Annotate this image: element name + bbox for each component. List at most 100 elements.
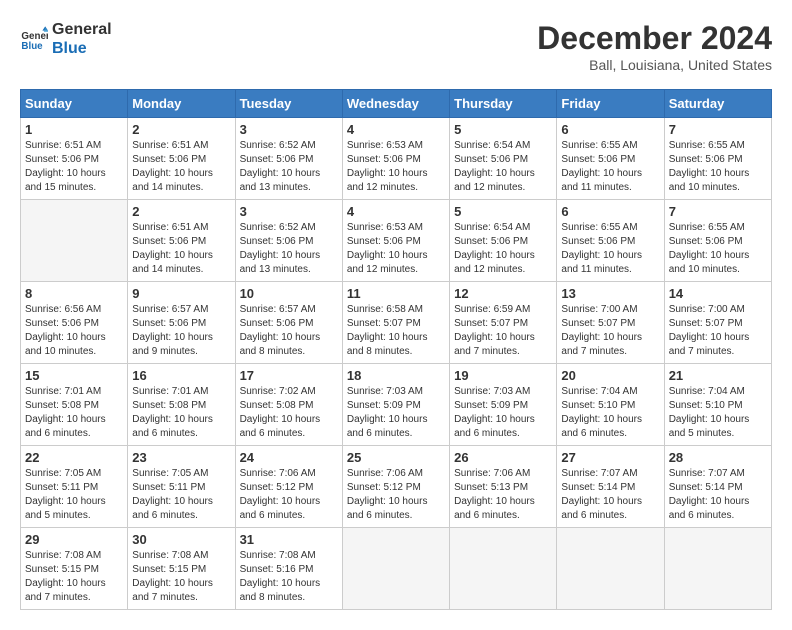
table-row: 31Sunrise: 7:08 AMSunset: 5:16 PMDayligh…	[235, 528, 342, 610]
table-row: 5 Sunrise: 6:54 AMSunset: 5:06 PMDaylight…	[450, 118, 557, 200]
table-row: 6 Sunrise: 6:55 AMSunset: 5:06 PMDaylight…	[557, 118, 664, 200]
table-row: 17 Sunrise: 7:02 AMSunset: 5:08 PMDayligh…	[235, 364, 342, 446]
table-row	[450, 528, 557, 610]
table-row: 23 Sunrise: 7:05 AMSunset: 5:11 PMDayligh…	[128, 446, 235, 528]
table-row: 20Sunrise: 7:04 AMSunset: 5:10 PMDayligh…	[557, 364, 664, 446]
day-number: 10	[240, 286, 338, 301]
logo-text-blue: Blue	[52, 39, 112, 58]
day-info: Sunrise: 7:03 AMSunset: 5:09 PMDaylight:…	[454, 385, 552, 441]
col-sunday: Sunday	[21, 90, 128, 118]
table-row: 4Sunrise: 6:53 AMSunset: 5:06 PMDaylight…	[342, 200, 449, 282]
table-row: 28Sunrise: 7:07 AMSunset: 5:14 PMDayligh…	[664, 446, 771, 528]
table-row	[21, 200, 128, 282]
table-row: 8 Sunrise: 6:56 AMSunset: 5:06 PMDaylight…	[21, 282, 128, 364]
day-info: Sunrise: 7:08 AMSunset: 5:15 PMDaylight:…	[25, 549, 123, 605]
day-number: 25	[347, 450, 445, 465]
table-row: 16Sunrise: 7:01 AMSunset: 5:08 PMDayligh…	[128, 364, 235, 446]
day-info: Sunrise: 7:05 AMSunset: 5:11 PMDaylight:…	[25, 467, 123, 523]
day-number: 2	[132, 204, 230, 219]
day-number: 6	[561, 122, 659, 137]
day-info: Sunrise: 7:05 AMSunset: 5:11 PMDaylight:…	[132, 467, 230, 523]
day-info: Sunrise: 7:07 AMSunset: 5:14 PMDaylight:…	[669, 467, 767, 523]
table-row	[557, 528, 664, 610]
day-number: 15	[25, 368, 123, 383]
day-number: 6	[561, 204, 659, 219]
col-saturday: Saturday	[664, 90, 771, 118]
table-row: 7Sunrise: 6:55 AMSunset: 5:06 PMDaylight…	[664, 200, 771, 282]
title-area: December 2024 Ball, Louisiana, United St…	[537, 20, 772, 73]
day-info: Sunrise: 6:51 AMSunset: 5:06 PMDaylight:…	[132, 139, 230, 195]
day-number: 4	[347, 122, 445, 137]
table-row: 14Sunrise: 7:00 AMSunset: 5:07 PMDayligh…	[664, 282, 771, 364]
page-title: December 2024	[537, 20, 772, 57]
svg-text:Blue: Blue	[21, 41, 43, 52]
day-info: Sunrise: 6:54 AMSunset: 5:06 PMDaylight:…	[454, 139, 552, 195]
calendar-week-5: 22Sunrise: 7:05 AMSunset: 5:11 PMDayligh…	[21, 446, 772, 528]
day-info: Sunrise: 6:58 AMSunset: 5:07 PMDaylight:…	[347, 303, 445, 359]
day-info: Sunrise: 6:57 AMSunset: 5:06 PMDaylight:…	[132, 303, 230, 359]
calendar-week-6: 29 Sunrise: 7:08 AMSunset: 5:15 PMDayligh…	[21, 528, 772, 610]
day-number: 17	[240, 368, 338, 383]
day-number: 21	[669, 368, 767, 383]
table-row	[664, 528, 771, 610]
day-number: 2	[132, 122, 230, 137]
day-number: 13	[561, 286, 659, 301]
table-row: 13 Sunrise: 7:00 AMSunset: 5:07 PMDayligh…	[557, 282, 664, 364]
day-info: Sunrise: 6:55 AMSunset: 5:06 PMDaylight:…	[561, 221, 659, 277]
day-number: 9	[132, 286, 230, 301]
day-info: Sunrise: 7:01 AMSunset: 5:08 PMDaylight:…	[132, 385, 230, 441]
day-number: 27	[561, 450, 659, 465]
day-number: 4	[347, 204, 445, 219]
day-info: Sunrise: 7:07 AMSunset: 5:14 PMDaylight:…	[561, 467, 659, 523]
day-info: Sunrise: 7:04 AMSunset: 5:10 PMDaylight:…	[669, 385, 767, 441]
table-row: 1Sunrise: 6:51 AMSunset: 5:06 PMDaylight…	[21, 118, 128, 200]
col-monday: Monday	[128, 90, 235, 118]
day-info: Sunrise: 7:00 AMSunset: 5:07 PMDaylight:…	[561, 303, 659, 359]
day-info: Sunrise: 6:57 AMSunset: 5:06 PMDaylight:…	[240, 303, 338, 359]
table-row: 21 Sunrise: 7:04 AMSunset: 5:10 PMDayligh…	[664, 364, 771, 446]
day-info: Sunrise: 6:59 AMSunset: 5:07 PMDaylight:…	[454, 303, 552, 359]
day-info: Sunrise: 7:02 AMSunset: 5:08 PMDaylight:…	[240, 385, 338, 441]
calendar-week-3: 8 Sunrise: 6:56 AMSunset: 5:06 PMDaylight…	[21, 282, 772, 364]
logo-text-general: General	[52, 20, 112, 39]
calendar-table: Sunday Monday Tuesday Wednesday Thursday…	[20, 89, 772, 610]
day-number: 26	[454, 450, 552, 465]
day-info: Sunrise: 7:08 AMSunset: 5:15 PMDaylight:…	[132, 549, 230, 605]
day-info: Sunrise: 7:08 AMSunset: 5:16 PMDaylight:…	[240, 549, 338, 605]
day-number: 29	[25, 532, 123, 547]
table-row: 9 Sunrise: 6:57 AMSunset: 5:06 PMDaylight…	[128, 282, 235, 364]
table-row: 3Sunrise: 6:52 AMSunset: 5:06 PMDaylight…	[235, 118, 342, 200]
day-number: 5	[454, 122, 552, 137]
day-info: Sunrise: 7:03 AMSunset: 5:09 PMDaylight:…	[347, 385, 445, 441]
day-info: Sunrise: 6:53 AMSunset: 5:06 PMDaylight:…	[347, 139, 445, 195]
day-info: Sunrise: 6:56 AMSunset: 5:06 PMDaylight:…	[25, 303, 123, 359]
day-number: 7	[669, 122, 767, 137]
table-row: 27 Sunrise: 7:07 AMSunset: 5:14 PMDayligh…	[557, 446, 664, 528]
table-row: 3Sunrise: 6:52 AMSunset: 5:06 PMDaylight…	[235, 200, 342, 282]
day-number: 1	[25, 122, 123, 137]
calendar-week-4: 15 Sunrise: 7:01 AMSunset: 5:08 PMDayligh…	[21, 364, 772, 446]
day-number: 30	[132, 532, 230, 547]
day-number: 23	[132, 450, 230, 465]
table-row: 25 Sunrise: 7:06 AMSunset: 5:12 PMDayligh…	[342, 446, 449, 528]
table-row: 24Sunrise: 7:06 AMSunset: 5:12 PMDayligh…	[235, 446, 342, 528]
day-info: Sunrise: 7:06 AMSunset: 5:12 PMDaylight:…	[347, 467, 445, 523]
calendar-week-1: 1 Sunrise: 6:51 AMSunset: 5:06 PMDaylight…	[21, 118, 772, 200]
calendar-header-row: Sunday Monday Tuesday Wednesday Thursday…	[21, 90, 772, 118]
day-info: Sunrise: 6:55 AMSunset: 5:06 PMDaylight:…	[561, 139, 659, 195]
logo-icon: General Blue	[20, 25, 48, 53]
table-row: 5Sunrise: 6:54 AMSunset: 5:06 PMDaylight…	[450, 200, 557, 282]
col-wednesday: Wednesday	[342, 90, 449, 118]
col-thursday: Thursday	[450, 90, 557, 118]
table-row: 10 Sunrise: 6:57 AMSunset: 5:06 PMDayligh…	[235, 282, 342, 364]
table-row: 11Sunrise: 6:58 AMSunset: 5:07 PMDayligh…	[342, 282, 449, 364]
day-number: 19	[454, 368, 552, 383]
day-number: 8	[25, 286, 123, 301]
table-row: 6 Sunrise: 6:55 AMSunset: 5:06 PMDaylight…	[557, 200, 664, 282]
day-number: 7	[669, 204, 767, 219]
day-info: Sunrise: 6:52 AMSunset: 5:06 PMDaylight:…	[240, 221, 338, 277]
day-info: Sunrise: 7:04 AMSunset: 5:10 PMDaylight:…	[561, 385, 659, 441]
table-row: 30 Sunrise: 7:08 AMSunset: 5:15 PMDayligh…	[128, 528, 235, 610]
col-tuesday: Tuesday	[235, 90, 342, 118]
day-number: 14	[669, 286, 767, 301]
